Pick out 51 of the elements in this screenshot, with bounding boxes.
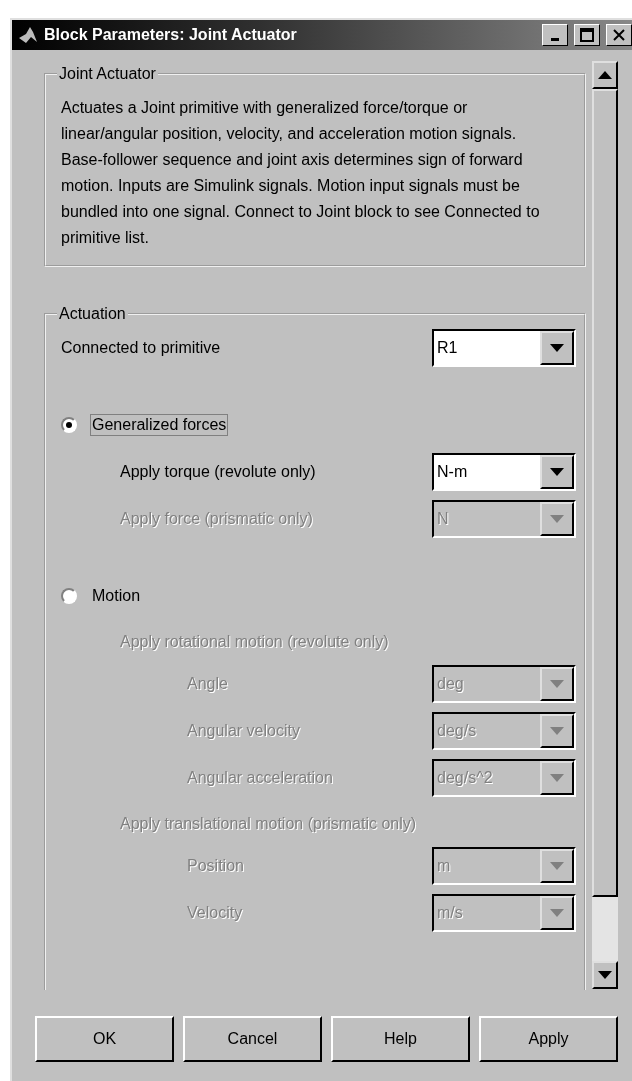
- dropdown-button[interactable]: [540, 761, 574, 795]
- field-label: Apply force (prismatic only): [120, 510, 314, 528]
- caret-icon: [550, 909, 564, 917]
- caret-icon: [550, 468, 564, 476]
- maximize-icon: [580, 28, 594, 42]
- caret-icon: [550, 727, 564, 735]
- radio-label[interactable]: Generalized forces: [91, 415, 228, 435]
- field-label: Velocity: [187, 904, 244, 922]
- radio-button[interactable]: [61, 588, 77, 604]
- dialog-button[interactable]: Cancel: [183, 1016, 322, 1062]
- dialog-button[interactable]: Apply: [479, 1016, 618, 1062]
- minimize-button[interactable]: [542, 24, 568, 46]
- dropdown-button[interactable]: [540, 331, 574, 365]
- scroll-up-button[interactable]: [592, 61, 618, 89]
- field-label: Connected to primitive: [61, 339, 222, 357]
- window-title: Block Parameters: Joint Actuator: [44, 26, 298, 44]
- dialog-button[interactable]: Help: [331, 1016, 470, 1062]
- field-label: Angle: [187, 675, 229, 693]
- down-arrow-icon: [598, 971, 612, 979]
- field-label: Angular acceleration: [187, 769, 334, 787]
- up-arrow-icon: [598, 71, 612, 79]
- minimize-icon: [551, 37, 559, 41]
- dropdown-button[interactable]: [540, 667, 574, 701]
- dropdown-button[interactable]: [540, 849, 574, 883]
- dropdown[interactable]: N-m: [432, 453, 576, 491]
- app-logo-icon: [18, 26, 38, 44]
- close-button[interactable]: [606, 24, 632, 46]
- caret-icon: [550, 680, 564, 688]
- caret-icon: [550, 774, 564, 782]
- radio-label[interactable]: Motion: [91, 586, 142, 606]
- dialog-button[interactable]: OK: [35, 1016, 174, 1062]
- field-label: Angular velocity: [187, 722, 301, 740]
- close-icon: [613, 29, 625, 41]
- field-label: Position: [187, 857, 245, 875]
- dropdown-button[interactable]: [540, 455, 574, 489]
- section-heading: Apply rotational motion (revolute only): [120, 633, 390, 651]
- dropdown[interactable]: R1: [432, 329, 576, 367]
- dropdown-button[interactable]: [540, 896, 574, 930]
- group-title: Actuation: [58, 305, 127, 323]
- field-label: Apply torque (revolute only): [120, 463, 317, 481]
- section-heading: Apply translational motion (prismatic only): [120, 815, 418, 833]
- scroll-down-button[interactable]: [592, 961, 618, 989]
- caret-icon: [550, 344, 564, 352]
- radio-button[interactable]: [61, 417, 77, 433]
- dropdown-button[interactable]: [540, 502, 574, 536]
- caret-icon: [550, 515, 564, 523]
- caret-icon: [550, 862, 564, 870]
- dropdown-button[interactable]: [540, 714, 574, 748]
- description-text: Actuates a Joint primitive with generalized force/torque or linear/angular position, velocity, and acceleration motion signals. Base-follower sequence and joint axis determines sign of forward motion. Inputs are Simulink signals. Motion input signals must be bundled into one signal. Connect to Joint block to see Connected to primitive list.: [61, 98, 541, 248]
- group-title: Joint Actuator: [58, 65, 157, 83]
- maximize-button[interactable]: [574, 24, 600, 46]
